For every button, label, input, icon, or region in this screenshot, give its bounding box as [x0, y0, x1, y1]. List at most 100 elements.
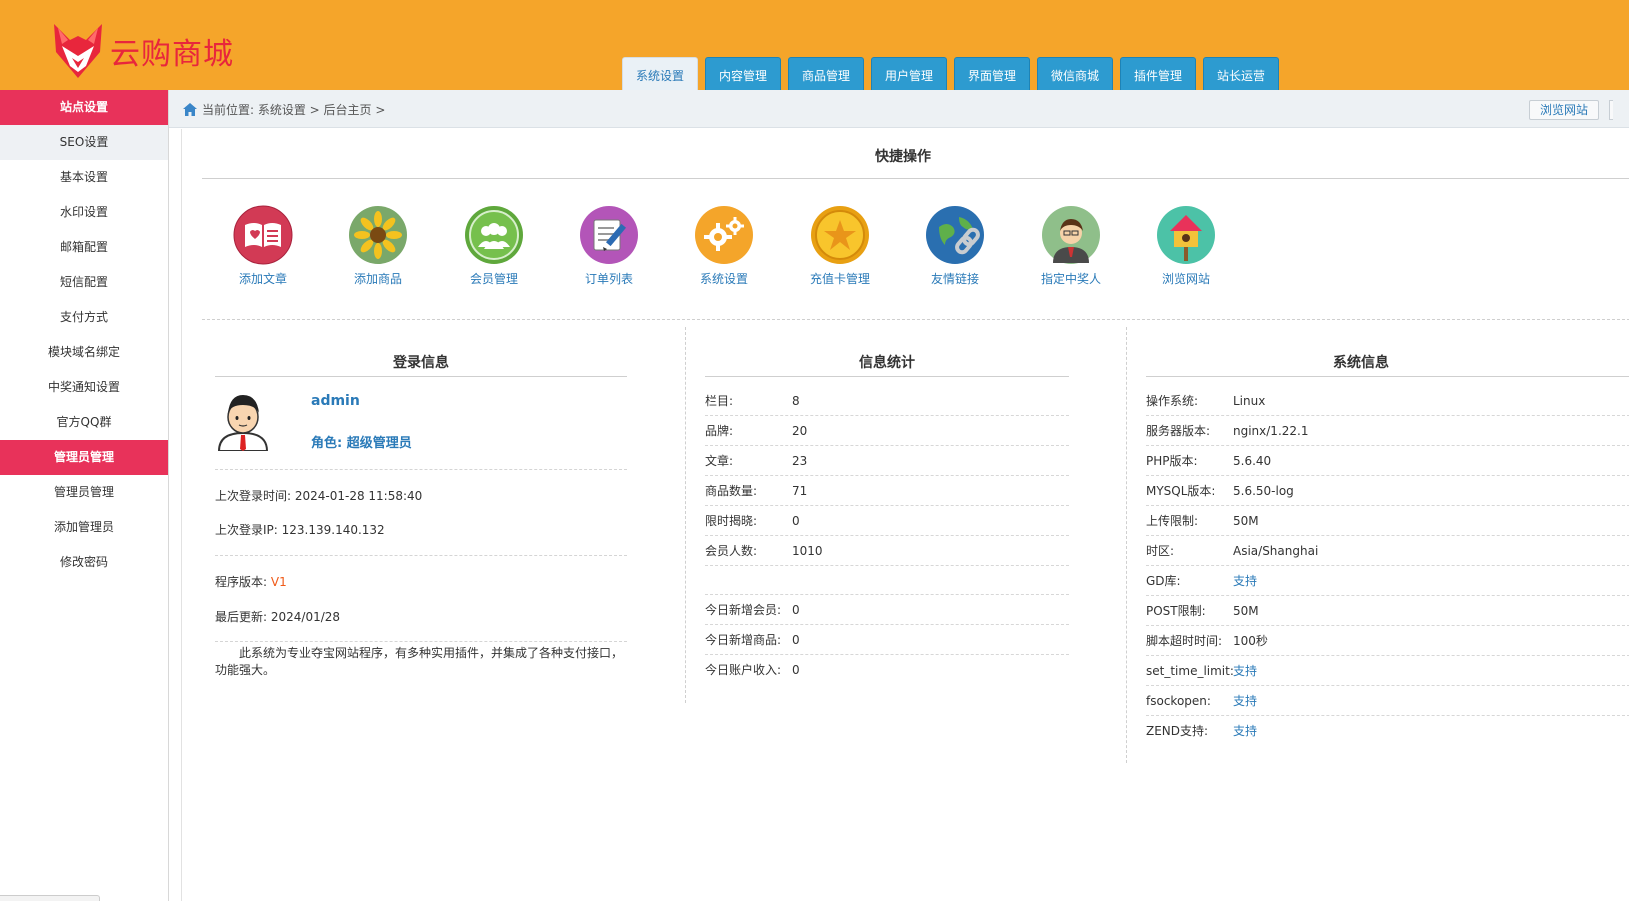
toolbar-edge	[1609, 100, 1613, 120]
sidebar-item-email[interactable]: 邮箱配置	[0, 230, 168, 265]
system-info-row: POST限制: 50M	[1146, 596, 1629, 626]
person-icon	[1042, 206, 1100, 264]
last-login-time: 上次登录时间: 2024-01-28 11:58:40	[215, 489, 423, 503]
system-info-value: 100秒	[1233, 634, 1268, 648]
last-login-ip: 上次登录IP: 123.139.140.132	[215, 523, 385, 537]
system-info-value: Asia/Shanghai	[1233, 544, 1319, 558]
tab-product-management[interactable]: 商品管理	[788, 57, 864, 92]
stat-label: 限时揭晓:	[705, 514, 758, 528]
tab-plugin-management[interactable]: 插件管理	[1120, 57, 1196, 92]
stat-row: 商品数量: 71	[705, 476, 1069, 506]
quick-action-label: 添加商品	[353, 272, 402, 286]
stat-label: 今日新增会员:	[705, 603, 782, 617]
stat-label: 品牌:	[705, 424, 734, 438]
stat-label: 栏目:	[705, 394, 734, 408]
quick-browse-site[interactable]: 浏览网站	[1146, 205, 1226, 287]
divider	[215, 641, 627, 642]
birdhouse-icon	[1157, 206, 1215, 264]
quick-add-article[interactable]: 添加文章	[223, 205, 303, 287]
quick-order-list[interactable]: 订单列表	[569, 205, 649, 287]
system-info-row: 时区: Asia/Shanghai	[1146, 536, 1629, 566]
sidebar-item-qq-group[interactable]: 官方QQ群	[0, 405, 168, 440]
tab-system-settings[interactable]: 系统设置	[622, 57, 698, 92]
quick-assign-winner[interactable]: 指定中奖人	[1031, 205, 1111, 287]
stat-value: 71	[792, 484, 808, 498]
sidebar-scrollbar[interactable]	[0, 895, 100, 901]
sidebar-item-sms[interactable]: 短信配置	[0, 265, 168, 300]
book-icon	[233, 205, 293, 265]
home-icon[interactable]	[183, 102, 197, 116]
system-info-value[interactable]: 支持	[1233, 716, 1257, 746]
visit-site-button[interactable]: 浏览网站	[1528, 100, 1599, 120]
sidebar-item-watermark[interactable]: 水印设置	[0, 195, 168, 230]
stat-value: 23	[792, 454, 808, 468]
sidebar-group-admin[interactable]: 管理员管理	[0, 440, 168, 475]
system-info-title: 系统信息	[1333, 355, 1389, 371]
breadcrumb-text: 当前位置: 系统设置 > 后台主页 >	[202, 102, 386, 117]
system-info-label: 上传限制:	[1146, 514, 1199, 528]
system-info-label: 时区:	[1146, 544, 1175, 558]
system-info-row: GD库: 支持	[1146, 566, 1629, 596]
sidebar-item-add-admin[interactable]: 添加管理员	[0, 510, 168, 545]
sidebar-item-payment[interactable]: 支付方式	[0, 300, 168, 335]
quick-add-product[interactable]: 添加商品	[338, 205, 418, 287]
system-info-label: PHP版本:	[1146, 454, 1198, 468]
stat-value: 1010	[792, 544, 823, 558]
system-info-value[interactable]: 支持	[1233, 566, 1257, 596]
login-info-title: 登录信息	[393, 355, 449, 371]
system-info-row: set_time_limit: 支持	[1146, 656, 1629, 686]
tab-wechat-mall[interactable]: 微信商城	[1037, 57, 1113, 92]
quick-recharge-card[interactable]: 充值卡管理	[800, 205, 880, 287]
tab-interface-management[interactable]: 界面管理	[954, 57, 1030, 92]
system-info-value: 50M	[1233, 604, 1259, 618]
stat-label: 文章:	[705, 454, 734, 468]
gears-icon	[695, 206, 753, 264]
sidebar-item-seo[interactable]: SEO设置	[0, 125, 168, 160]
sidebar-item-basic-settings[interactable]: 基本设置	[0, 160, 168, 195]
coin-icon	[811, 206, 869, 264]
system-info-row: ZEND支持: 支持	[1146, 716, 1629, 746]
sidebar: 站点设置 SEO设置 基本设置 水印设置 邮箱配置 短信配置 支付方式 模块域名…	[0, 90, 169, 901]
tab-user-management[interactable]: 用户管理	[871, 57, 947, 92]
system-info-value[interactable]: 支持	[1233, 686, 1257, 716]
system-info-row: fsockopen: 支持	[1146, 686, 1629, 716]
divider	[685, 327, 686, 703]
sidebar-item-change-password[interactable]: 修改密码	[0, 545, 168, 580]
divider	[215, 469, 627, 470]
quick-friend-links[interactable]: 友情链接	[915, 205, 995, 287]
system-info-value: 50M	[1233, 514, 1259, 528]
system-info-row: PHP版本: 5.6.40	[1146, 446, 1629, 476]
quick-system-settings[interactable]: 系统设置	[684, 205, 764, 287]
divider	[1126, 327, 1127, 763]
stat-value: 8	[792, 394, 800, 408]
tab-webmaster-operations[interactable]: 站长运营	[1203, 57, 1279, 92]
divider	[202, 319, 1629, 320]
stat-label: 商品数量:	[705, 484, 758, 498]
today-stat-row: 今日新增会员: 0	[705, 595, 1069, 625]
sidebar-item-domain-binding[interactable]: 模块域名绑定	[0, 335, 168, 370]
system-info-label: fsockopen:	[1146, 694, 1211, 708]
breadcrumb: 当前位置: 系统设置 > 后台主页 >	[183, 90, 385, 128]
app-name: 云购商城	[110, 37, 234, 72]
divider	[202, 178, 1629, 179]
system-info-label: 操作系统:	[1146, 394, 1199, 408]
sidebar-group-site-settings[interactable]: 站点设置	[0, 90, 168, 125]
system-info-value: nginx/1.22.1	[1233, 424, 1309, 438]
stat-value: 0	[792, 663, 800, 677]
system-info-value[interactable]: 支持	[1233, 656, 1257, 686]
notepad-icon	[580, 206, 638, 264]
quick-actions-title: 快捷操作	[875, 149, 931, 165]
logo[interactable]: 云购商城	[52, 22, 234, 80]
admin-role: 角色: 超级管理员	[311, 436, 412, 451]
system-info-row: MYSQL版本: 5.6.50-log	[1146, 476, 1629, 506]
main-tabs: 系统设置 内容管理 商品管理 用户管理 界面管理 微信商城 插件管理 站长运营	[622, 57, 1286, 92]
tab-content-management[interactable]: 内容管理	[705, 57, 781, 92]
stat-row: 品牌: 20	[705, 416, 1069, 446]
sidebar-item-win-notify[interactable]: 中奖通知设置	[0, 370, 168, 405]
divider	[215, 376, 627, 377]
stat-value: 20	[792, 424, 808, 438]
quick-action-label: 友情链接	[930, 272, 979, 286]
quick-action-label: 系统设置	[699, 272, 748, 286]
quick-member-management[interactable]: 会员管理	[454, 205, 534, 287]
sidebar-item-admin-manage[interactable]: 管理员管理	[0, 475, 168, 510]
